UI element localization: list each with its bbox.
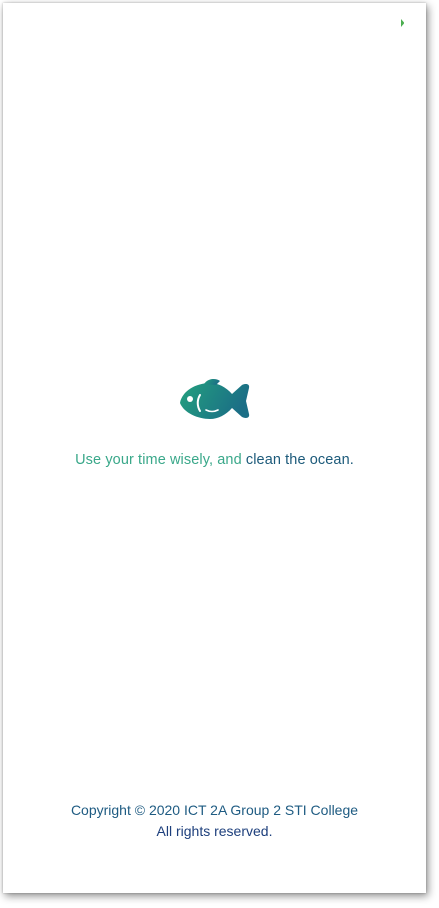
tagline-part-a: Use your time wisely, and — [75, 452, 242, 468]
battery-indicator-icon — [401, 19, 404, 27]
copyright-text: Copyright © 2020 ICT 2A Group 2 STI Coll… — [70, 802, 359, 818]
tagline: Use your time wisely, and clean the ocea… — [3, 452, 426, 468]
footer: Copyright © 2020 ICT 2A Group 2 STI Coll… — [3, 800, 426, 842]
rights-reserved-text: All rights reserved. — [156, 823, 273, 839]
splash-screen: Use your time wisely, and clean the ocea… — [3, 3, 426, 893]
tagline-part-b: clean the ocean. — [245, 452, 354, 468]
fish-icon — [180, 379, 250, 419]
